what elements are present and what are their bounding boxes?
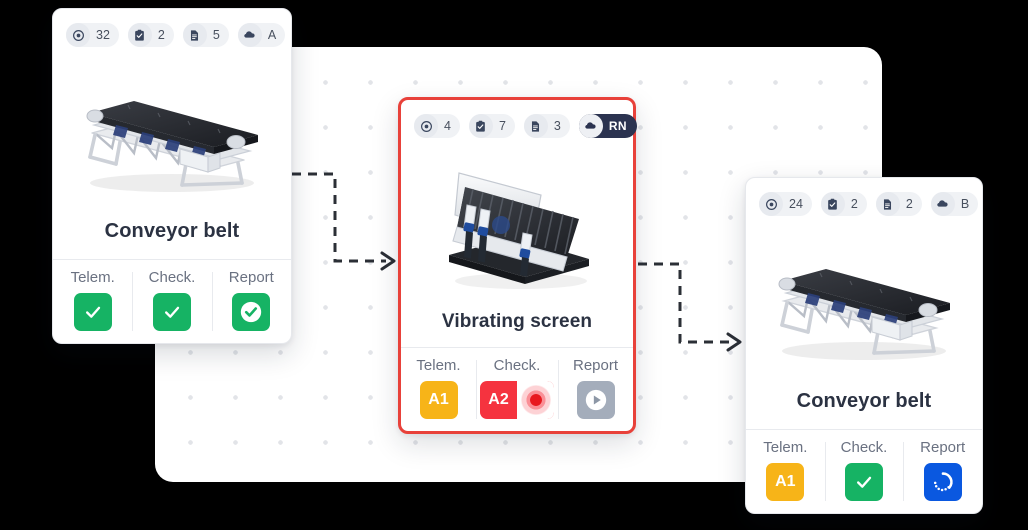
footer-label: Check. (493, 357, 541, 374)
clipboard-check-icon (127, 23, 152, 47)
footer-cell-report[interactable]: Report (558, 348, 633, 431)
telemetry-status-tile[interactable]: A1 (766, 463, 805, 501)
footer-label: Check. (148, 269, 196, 286)
checklist-code-label: A2 (488, 391, 509, 408)
badge-value: 24 (789, 196, 803, 211)
assignee-icon (578, 114, 603, 138)
footer-label: Report (228, 269, 274, 286)
card-title: Conveyor belt (796, 390, 932, 412)
footer-label: Telem. (70, 269, 115, 286)
badge-row: 4 7 3 RN (401, 100, 637, 142)
record-dot-icon (520, 385, 551, 415)
document-icon (182, 23, 207, 47)
node-card-conveyor-belt-1[interactable]: 32 2 5 A Conveyor belt Telem. Check. Rep… (52, 8, 292, 344)
card-footer: Telem. Check. Report (53, 259, 291, 343)
loading-spinner-icon (933, 472, 953, 492)
badge-row: 32 2 5 A (53, 9, 291, 51)
badge-document-count[interactable]: 2 (875, 192, 922, 216)
badge-assignee[interactable]: B (930, 192, 979, 216)
thumbnail-vibrating-screen (401, 142, 633, 307)
checklist-status-tile[interactable] (152, 293, 191, 331)
badge-document-count[interactable]: 5 (182, 23, 229, 47)
checklist-status-tile[interactable]: A2 (480, 381, 554, 419)
footer-label: Check. (840, 439, 888, 456)
report-status-tile[interactable] (232, 293, 271, 331)
footer-cell-report[interactable]: Report (211, 260, 291, 343)
badge-value: 2 (157, 27, 165, 42)
conveyor-belt-render (778, 269, 950, 360)
telemetry-status-tile[interactable]: A1 (419, 381, 458, 419)
recording-indicator[interactable] (517, 381, 554, 419)
badge-value: 32 (96, 27, 110, 42)
badge-value: 3 (553, 118, 561, 133)
badge-value: 4 (444, 118, 451, 133)
badge-telemetry-count[interactable]: 24 (759, 192, 812, 216)
clipboard-check-icon (468, 114, 493, 138)
play-icon (585, 389, 606, 411)
badge-telemetry-count[interactable]: 4 (414, 114, 460, 138)
footer-cell-telemetry[interactable]: Telem. A1 (746, 430, 825, 513)
assignee-icon (237, 23, 262, 47)
app-root: 32 2 5 A Conveyor belt Telem. Check. Rep… (0, 0, 1028, 530)
badge-value: 2 (905, 196, 913, 211)
badge-assignee[interactable]: RN (578, 114, 637, 138)
thumbnail-conveyor-belt (746, 220, 982, 386)
vibrating-screen-render (449, 171, 589, 289)
footer-cell-checklist[interactable]: Check. (132, 260, 211, 343)
footer-cell-telemetry[interactable]: Telem. A1 (401, 348, 476, 431)
footer-cell-telemetry[interactable]: Telem. (53, 260, 132, 343)
footer-label: Report (572, 357, 619, 374)
target-icon (759, 192, 783, 216)
badge-row: 24 2 2 B (746, 178, 982, 220)
conveyor-belt-render (86, 100, 258, 192)
footer-label: Report (920, 439, 966, 456)
badge-value: 5 (212, 27, 220, 42)
badge-document-count[interactable]: 3 (523, 114, 570, 138)
badge-checklist-count[interactable]: 2 (820, 192, 867, 216)
document-icon (523, 114, 548, 138)
footer-label: Telem. (416, 357, 461, 374)
badge-value: 2 (850, 196, 858, 211)
clipboard-check-icon (820, 192, 845, 216)
card-title: Conveyor belt (104, 220, 240, 242)
report-status-tile[interactable] (923, 463, 962, 501)
report-status-tile[interactable] (576, 381, 615, 419)
card-footer: Telem. A1 Check. A2 Report (401, 347, 633, 431)
card-title: Vibrating screen (441, 311, 593, 332)
badge-assignee[interactable]: A (237, 23, 286, 47)
badge-checklist-count[interactable]: 7 (468, 114, 515, 138)
telemetry-status-tile[interactable] (73, 293, 112, 331)
node-card-conveyor-belt-2[interactable]: 24 2 2 B Conveyor belt Telem. A1 Check. … (745, 177, 983, 514)
thumbnail-conveyor-belt (53, 51, 291, 216)
assignee-icon (930, 192, 955, 216)
badge-value: A (267, 27, 277, 42)
badge-telemetry-count[interactable]: 32 (66, 23, 119, 47)
checklist-status-tile[interactable] (845, 463, 883, 501)
badge-value: B (960, 196, 970, 211)
badge-value: RN (608, 119, 627, 133)
footer-label: Telem. (763, 439, 808, 456)
node-card-vibrating-screen[interactable]: 4 7 3 RN Vibrating screen Telem. A1 Chec… (398, 97, 637, 434)
footer-cell-report[interactable]: Report (903, 430, 982, 513)
badge-checklist-count[interactable]: 2 (127, 23, 174, 47)
badge-value: 7 (498, 118, 506, 133)
target-icon (66, 23, 90, 47)
footer-cell-checklist[interactable]: Check. A2 (476, 348, 558, 431)
target-icon (414, 114, 438, 138)
footer-cell-checklist[interactable]: Check. (824, 430, 904, 513)
document-icon (875, 192, 900, 216)
card-footer: Telem. A1 Check. Report (746, 429, 982, 513)
